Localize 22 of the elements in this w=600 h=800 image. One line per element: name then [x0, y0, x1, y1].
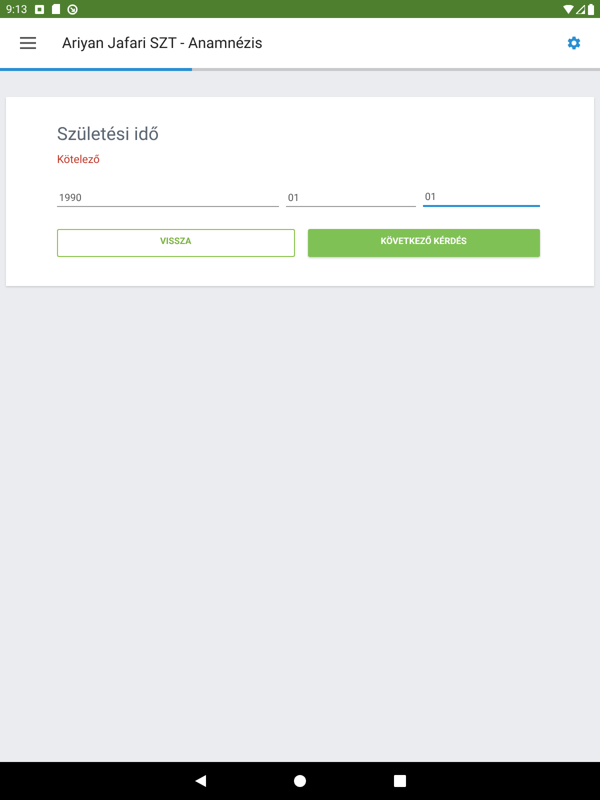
recents-button[interactable]: [392, 773, 408, 789]
sd-card-icon: [52, 4, 60, 14]
data-saver-icon: [67, 4, 78, 14]
input-field[interactable]: 01: [286, 190, 416, 207]
signal-icon: [576, 4, 585, 14]
home-button[interactable]: [292, 773, 308, 789]
settings-button[interactable]: [565, 34, 583, 52]
input-field[interactable]: 1990: [57, 190, 279, 207]
app-title: Ariyan Jafari SZT - Anamnézis: [62, 36, 263, 50]
recents-icon: [394, 775, 406, 787]
settings-icon: [566, 35, 582, 51]
question-title: Születési idő: [57, 124, 160, 146]
home-icon: [294, 775, 306, 787]
menu-button[interactable]: [19, 34, 37, 52]
wifi-icon: [563, 4, 574, 14]
notification-icon: [35, 4, 44, 14]
input-field[interactable]: 01: [423, 190, 540, 207]
back-icon: [194, 775, 206, 787]
status-time: 9:13: [6, 4, 28, 14]
battery-icon: [588, 4, 594, 14]
required-label: Kötelező: [57, 153, 101, 167]
menu-icon: [20, 37, 36, 49]
